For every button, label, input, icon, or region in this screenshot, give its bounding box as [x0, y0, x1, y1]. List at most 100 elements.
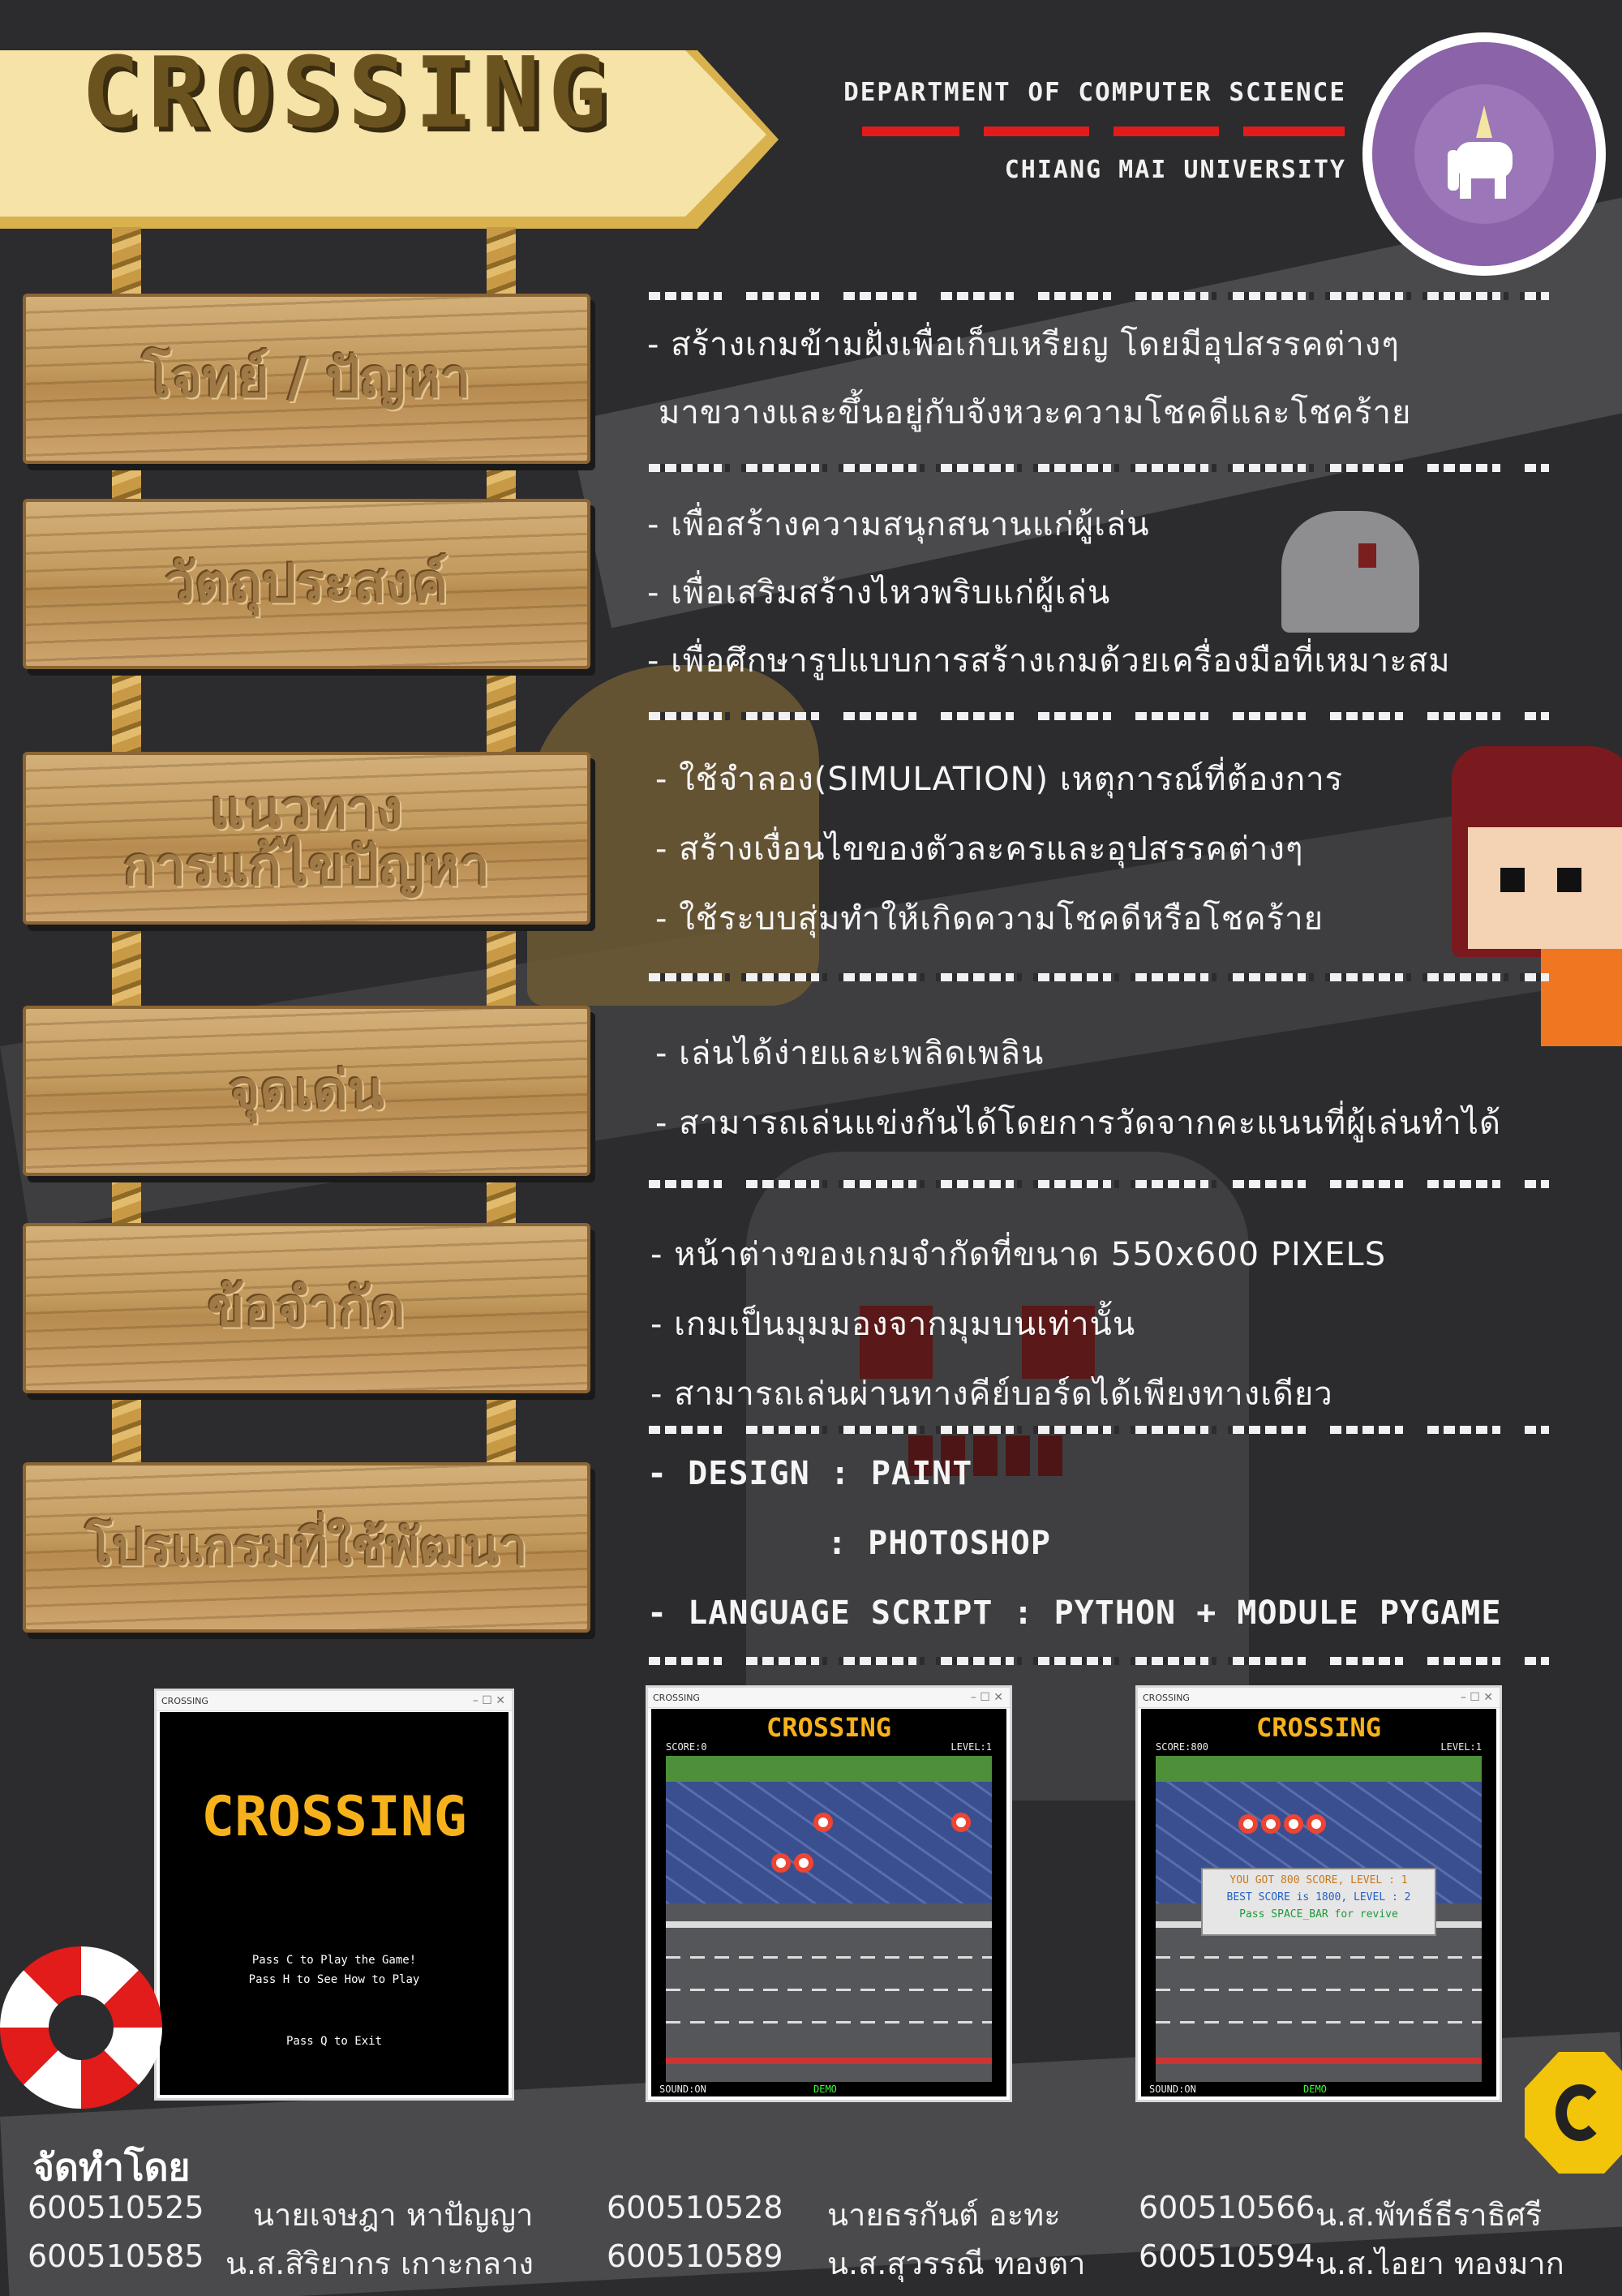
buoy-icon	[813, 1813, 833, 1832]
lane-marking	[666, 1956, 992, 1959]
score-display: SCORE:0	[666, 1741, 707, 1753]
credit-name: นายเจษฎา หาปัญญา	[253, 2197, 534, 2233]
game-title: CROSSING	[1255, 1712, 1382, 1743]
lane-marking	[666, 1989, 992, 1991]
lane-marking	[1156, 2021, 1482, 2023]
menu-screenshot: CROSSING – ☐ ✕ CROSSING Pass C to Play t…	[154, 1689, 514, 2101]
score-display: SCORE:800	[1156, 1741, 1209, 1753]
content-line: - เกมเป็นมุมมองจากมุมบนเท่านั้น	[650, 1306, 1136, 1343]
small-ghost-illustration	[1281, 511, 1419, 633]
content-line: - เพื่อสร้างความสนุกสนานแก่ผู้เล่น	[647, 506, 1150, 543]
credit-name: น.ส.สิริยากร เกาะกลาง	[225, 2246, 534, 2281]
game-title: CROSSING	[201, 1785, 467, 1849]
popup-score-line: YOU GOT 800 SCORE, LEVEL : 1	[1229, 1874, 1408, 1886]
board-label: โจทย์ / ปัญหา	[142, 347, 471, 410]
content-line: - สร้างเงื่อนไขของตัวละครและอุปสรรคต่างๆ	[655, 830, 1304, 868]
window-controls-icon: – ☐ ✕	[472, 1694, 505, 1707]
buoy-icon	[1261, 1814, 1281, 1834]
dotted-divider	[649, 1426, 1549, 1434]
credit-name: น.ส.ไอยา ทองมาก	[1315, 2246, 1564, 2281]
road-lane	[666, 1903, 992, 2082]
buoy-icon	[771, 1853, 791, 1873]
window-titlebar: CROSSING – ☐ ✕	[1138, 1688, 1500, 1708]
gameplay-screenshot: CROSSING – ☐ ✕ CROSSING SCORE:0 LEVEL:1 …	[646, 1685, 1012, 2102]
girl-body	[1541, 949, 1622, 1046]
board-limitations: ข้อจำกัด	[23, 1223, 590, 1393]
board-label: ข้อจำกัด	[208, 1277, 406, 1340]
menu-option: Pass H to See How to Play	[248, 1973, 420, 1986]
buoy-icon	[1238, 1814, 1258, 1834]
department-name: DEPARTMENT OF COMPUTER SCIENCE	[843, 78, 1346, 107]
road-stripe	[666, 1921, 992, 1928]
window-titlebar: CROSSING – ☐ ✕	[648, 1688, 1010, 1708]
buoy-icon	[951, 1813, 971, 1832]
grass-lane	[666, 1756, 992, 1782]
level-display: LEVEL:1	[950, 1741, 992, 1753]
dotted-divider	[649, 1180, 1549, 1188]
credit-id: 600510528	[607, 2190, 783, 2225]
road-stripe	[1156, 2058, 1482, 2064]
board-label: วัตถุประสงค์	[165, 552, 448, 616]
dotted-divider	[649, 1657, 1549, 1665]
content-line: - ใช้จำลอง(SIMULATION) เหตุการณ์ที่ต้องก…	[655, 761, 1344, 798]
buoy-icon	[1284, 1814, 1303, 1834]
red-divider	[984, 127, 1089, 136]
game-over-popup: YOU GOT 800 SCORE, LEVEL : 1 BEST SCORE …	[1201, 1868, 1436, 1936]
red-divider	[1243, 127, 1345, 136]
lifebuoy-icon	[0, 1946, 162, 2109]
red-divider	[862, 127, 959, 136]
demo-label: DEMO	[1303, 2084, 1327, 2095]
credit-id: 600510585	[28, 2238, 204, 2274]
game-canvas: CROSSING SCORE:800 LEVEL:1 YOU GOT 800 S…	[1141, 1709, 1496, 2096]
credit-id: 600510589	[607, 2238, 783, 2274]
poster-title: CROSSING	[81, 37, 615, 150]
board-solution: แนวทาง การแก้ไขปัญหา	[23, 752, 590, 925]
content-line: มาขวางและขึ้นอยู่กับจังหวะความโชคดีและโช…	[659, 394, 1412, 431]
window-titlebar: CROSSING – ☐ ✕	[157, 1691, 512, 1711]
board-label: โปรแกรมที่ใช้พัฒนา	[85, 1517, 528, 1577]
content-line: - LANGUAGE SCRIPT : PYTHON + MODULE PYGA…	[647, 1594, 1502, 1632]
red-divider	[1114, 127, 1219, 136]
grass-lane	[1156, 1756, 1482, 1782]
sound-status: SOUND:ON	[659, 2084, 706, 2095]
credit-name: น.ส.สุวรรณี ทองตา	[827, 2246, 1086, 2281]
lane-marking	[666, 2021, 992, 2023]
lane-marking	[1156, 1989, 1482, 1991]
board-label: การแก้ไขปัญหา	[123, 835, 490, 898]
game-title: CROSSING	[766, 1712, 892, 1743]
content-line: - สามารถเล่นผ่านทางคีย์บอร์ดได้เพียงทางเ…	[650, 1375, 1333, 1413]
game-canvas: CROSSING SCORE:0 LEVEL:1 SOUND:ON DEMO	[651, 1709, 1006, 2096]
content-line: - เพื่อศึกษารูปแบบการสร้างเกมด้วยเครื่อง…	[647, 642, 1451, 680]
university-seal-logo	[1362, 32, 1606, 276]
window-title: CROSSING	[161, 1695, 208, 1706]
credit-id: 600510594	[1139, 2238, 1315, 2274]
content-line: - ใช้ระบบสุ่มทำให้เกิดความโชคดีหรือโชคร้…	[655, 900, 1324, 938]
small-ghost-mouth	[1358, 543, 1376, 568]
window-controls-icon: – ☐ ✕	[970, 1691, 1003, 1704]
level-display: LEVEL:1	[1440, 1741, 1482, 1753]
dotted-divider	[649, 292, 1549, 300]
gameover-screenshot: CROSSING – ☐ ✕ CROSSING SCORE:800 LEVEL:…	[1135, 1685, 1502, 2102]
game-canvas: CROSSING Pass C to Play the Game! Pass H…	[160, 1712, 508, 2095]
board-problem: โจทย์ / ปัญหา	[23, 294, 590, 464]
sound-status: SOUND:ON	[1149, 2084, 1196, 2095]
content-line: - หน้าต่างของเกมจำกัดที่ขนาด 550x600 PIX…	[650, 1236, 1387, 1273]
content-line: - DESIGN : PAINT	[647, 1455, 973, 1492]
lane-marking	[1156, 1956, 1482, 1959]
window-controls-icon: – ☐ ✕	[1460, 1691, 1493, 1704]
buoy-icon	[794, 1853, 813, 1873]
content-line: - เพื่อเสริมสร้างไหวพริบแก่ผู้เล่น	[647, 574, 1111, 612]
river-lane	[666, 1782, 992, 1903]
dotted-divider	[649, 973, 1549, 981]
dotted-divider	[649, 464, 1549, 472]
menu-option: Pass C to Play the Game!	[251, 1954, 417, 1967]
content-line: : PHOTOSHOP	[827, 1525, 1051, 1562]
popup-best-line: BEST SCORE is 1800, LEVEL : 2	[1226, 1891, 1411, 1903]
credits-heading: จัดทำโดย	[32, 2145, 191, 2189]
poster: CROSSING DEPARTMENT OF COMPUTER SCIENCE …	[0, 0, 1622, 2296]
credit-name: น.ส.พัทธ์ธีราธิศรี	[1315, 2197, 1543, 2233]
elephant-icon	[1448, 105, 1513, 199]
girl-face	[1468, 827, 1622, 949]
content-line: - เล่นได้ง่ายและเพลิดเพลิน	[655, 1035, 1045, 1072]
board-highlights: จุดเด่น	[23, 1006, 590, 1176]
